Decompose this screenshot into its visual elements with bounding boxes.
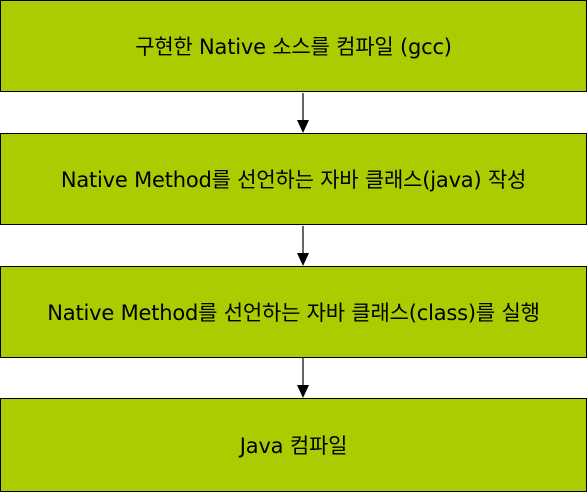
step-label: Java 컴파일 — [239, 434, 348, 458]
step-label: Native Method를 선언하는 자바 클래스(class)를 실행 — [47, 301, 540, 325]
down-arrow-icon — [297, 93, 309, 133]
step-box-compile-native: 구현한 Native 소스를 컴파일 (gcc) — [0, 0, 587, 92]
down-arrow-icon — [297, 226, 309, 266]
flowchart: 구현한 Native 소스를 컴파일 (gcc) Native Method를 … — [0, 0, 587, 492]
step-box-java-compile: Java 컴파일 — [0, 398, 587, 492]
down-arrow-icon — [297, 358, 309, 398]
step-box-run-java-class: Native Method를 선언하는 자바 클래스(class)를 실행 — [0, 266, 587, 358]
step-box-write-java-class: Native Method를 선언하는 자바 클래스(java) 작성 — [0, 133, 587, 225]
step-label: 구현한 Native 소스를 컴파일 (gcc) — [135, 35, 452, 59]
step-label: Native Method를 선언하는 자바 클래스(java) 작성 — [60, 168, 527, 192]
